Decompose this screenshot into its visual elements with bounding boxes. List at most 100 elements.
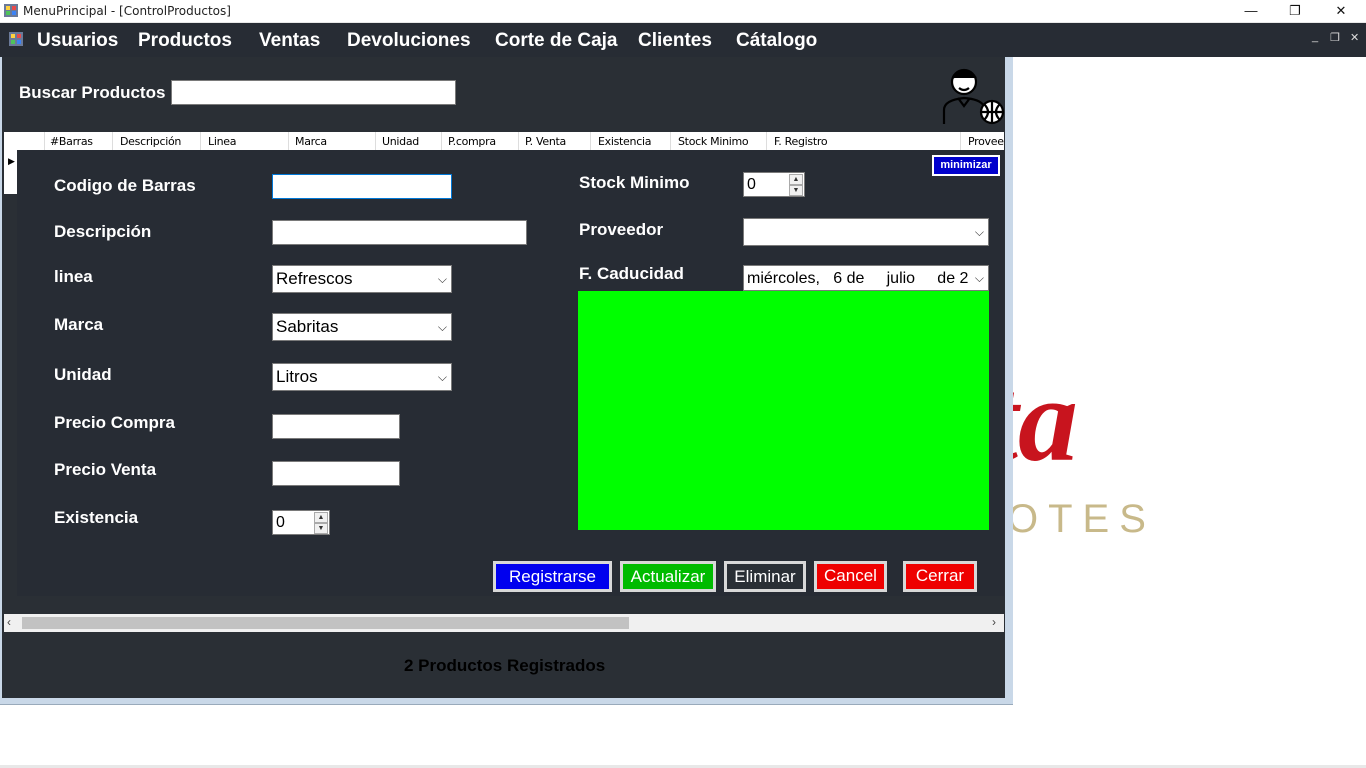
scroll-right-icon[interactable]: › — [992, 615, 996, 629]
marca-select[interactable]: Sabritas ⌵ — [272, 313, 452, 341]
column-separator — [200, 132, 201, 150]
column-separator — [288, 132, 289, 150]
column-header-f-registro[interactable]: F. Registro — [774, 135, 828, 148]
column-separator — [44, 132, 45, 150]
column-separator — [375, 132, 376, 150]
cancel-button[interactable]: Cancel — [814, 561, 887, 592]
caducidad-date-value: miércoles, 6 de julio de 2 — [747, 270, 969, 287]
column-separator — [441, 132, 442, 150]
window-title: MenuPrincipal - [ControlProductos] — [23, 4, 231, 18]
column-separator — [518, 132, 519, 150]
chevron-down-icon: ⌵ — [972, 266, 984, 290]
mdi-minimize-button[interactable]: _ — [1312, 31, 1318, 43]
stock-minimo-stepper[interactable]: 0 ▲ ▼ — [743, 172, 805, 197]
window-minimize-button[interactable]: — — [1228, 0, 1274, 22]
stepper-up-icon[interactable]: ▲ — [314, 512, 328, 523]
unidad-selected-value: Litros — [276, 367, 318, 386]
unidad-select[interactable]: Litros ⌵ — [272, 363, 452, 391]
descripcion-label: Descripción — [54, 222, 152, 241]
stepper-down-icon[interactable]: ▼ — [789, 185, 803, 196]
existencia-stepper[interactable]: 0 ▲ ▼ — [272, 510, 330, 535]
menu-productos[interactable]: Productos — [138, 30, 232, 52]
child-window-bottom-border — [0, 704, 1013, 705]
existencia-value: 0 — [276, 514, 285, 531]
scrollbar-thumb[interactable] — [22, 617, 629, 629]
stepper-down-icon[interactable]: ▼ — [314, 523, 328, 534]
existencia-label: Existencia — [54, 508, 139, 527]
column-separator — [670, 132, 671, 150]
column-header-barras[interactable]: #Barras — [50, 135, 93, 148]
column-header-stock-minimo[interactable]: Stock Minimo — [678, 135, 749, 148]
menu-bar: Usuarios Productos Ventas Devoluciones C… — [0, 23, 1366, 57]
stock-minimo-value: 0 — [747, 176, 756, 193]
eliminar-button[interactable]: Eliminar — [724, 561, 806, 592]
products-grid-header: #Barras Descripción Linea Marca Unidad P… — [4, 132, 1004, 150]
stock-minimo-label: Stock Minimo — [579, 173, 690, 192]
search-input[interactable] — [171, 80, 456, 105]
column-separator — [590, 132, 591, 150]
column-header-pcompra[interactable]: P.compra — [448, 135, 496, 148]
chevron-down-icon: ⌵ — [437, 320, 447, 334]
menu-corte-de-caja[interactable]: Corte de Caja — [495, 30, 617, 52]
products-count-status: 2 Productos Registrados — [404, 656, 606, 675]
precio-venta-input[interactable] — [272, 461, 400, 486]
column-header-linea[interactable]: Linea — [208, 135, 236, 148]
grid-row-header[interactable]: ▶ — [4, 150, 17, 194]
window-titlebar: MenuPrincipal - [ControlProductos] — ❐ ✕ — [0, 0, 1366, 23]
menu-usuarios[interactable]: Usuarios — [37, 30, 118, 52]
window-restore-button[interactable]: ❐ — [1272, 0, 1318, 22]
column-header-descripcion[interactable]: Descripción — [120, 135, 181, 148]
caducidad-date-picker[interactable]: miércoles, 6 de julio de 2 ⌵ — [743, 265, 989, 291]
user-avatar-icon — [940, 62, 1006, 128]
menu-catalogo[interactable]: Cátalogo — [736, 30, 817, 52]
column-header-pventa[interactable]: P. Venta — [525, 135, 566, 148]
linea-selected-value: Refrescos — [276, 269, 353, 288]
stepper-up-icon[interactable]: ▲ — [789, 174, 803, 185]
logo-main-text: sta — [1013, 353, 1078, 486]
mdi-child-icon — [9, 32, 23, 46]
marca-selected-value: Sabritas — [276, 317, 339, 336]
column-separator — [766, 132, 767, 150]
precio-venta-label: Precio Venta — [54, 460, 157, 479]
column-header-proveedor[interactable]: Proveedor — [968, 135, 1004, 148]
menu-ventas[interactable]: Ventas — [259, 30, 320, 52]
linea-label: linea — [54, 267, 93, 286]
codigo-barras-input[interactable] — [272, 174, 452, 199]
column-separator — [960, 132, 961, 150]
precio-compra-input[interactable] — [272, 414, 400, 439]
search-label: Buscar Productos — [19, 83, 166, 102]
precio-compra-label: Precio Compra — [54, 413, 175, 432]
menu-clientes[interactable]: Clientes — [638, 30, 712, 52]
current-row-arrow-icon: ▶ — [8, 156, 15, 166]
window-close-button[interactable]: ✕ — [1318, 0, 1364, 22]
descripcion-input[interactable] — [272, 220, 527, 245]
proveedor-select[interactable]: ⌵ — [743, 218, 989, 246]
background-logo-graphic: sta OTES — [1013, 353, 1156, 541]
registrar-button[interactable]: Registrarse — [493, 561, 612, 592]
actualizar-button[interactable]: Actualizar — [620, 561, 716, 592]
cerrar-button[interactable]: Cerrar — [903, 561, 977, 592]
minimize-panel-button[interactable]: minimizar — [932, 155, 1000, 176]
mdi-close-button[interactable]: ✕ — [1350, 31, 1359, 44]
logo-sub-text: OTES — [1013, 497, 1156, 541]
chevron-down-icon: ⌵ — [437, 272, 447, 286]
mdi-restore-button[interactable]: ❐ — [1330, 31, 1340, 44]
column-header-unidad[interactable]: Unidad — [382, 135, 419, 148]
codigo-barras-label: Codigo de Barras — [54, 176, 196, 195]
chevron-down-icon: ⌵ — [974, 225, 984, 239]
menu-devoluciones[interactable]: Devoluciones — [347, 30, 471, 52]
linea-select[interactable]: Refrescos ⌵ — [272, 265, 452, 293]
scroll-left-icon[interactable]: ‹ — [7, 615, 11, 629]
background-logo: sta OTES — [1013, 330, 1213, 550]
marca-label: Marca — [54, 315, 104, 334]
column-header-marca[interactable]: Marca — [295, 135, 327, 148]
column-header-existencia[interactable]: Existencia — [598, 135, 651, 148]
caducidad-label: F. Caducidad — [579, 264, 684, 283]
product-image-box[interactable] — [578, 291, 989, 530]
unidad-label: Unidad — [54, 365, 112, 384]
proveedor-label: Proveedor — [579, 220, 664, 239]
app-icon — [4, 4, 18, 17]
chevron-down-icon: ⌵ — [437, 370, 447, 384]
column-separator — [112, 132, 113, 150]
grid-horizontal-scrollbar[interactable]: ‹ › — [4, 614, 1004, 632]
